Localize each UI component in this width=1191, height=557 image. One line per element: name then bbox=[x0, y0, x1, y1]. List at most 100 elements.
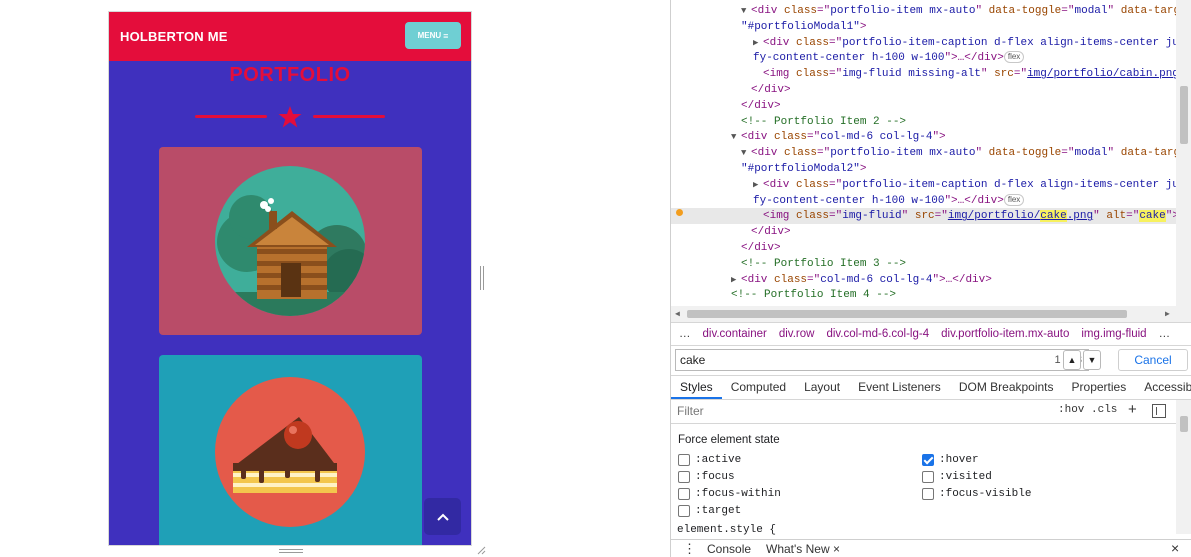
hov-toggle[interactable]: :hov bbox=[1058, 404, 1084, 416]
resize-corner-icon[interactable] bbox=[476, 545, 486, 555]
tab-event-listeners[interactable]: Event Listeners bbox=[849, 376, 950, 399]
scrollbar-thumb[interactable] bbox=[1180, 86, 1188, 144]
dom-token: " bbox=[1093, 210, 1107, 223]
checkbox[interactable] bbox=[922, 471, 934, 483]
scroll-right-icon[interactable]: ▶ bbox=[1165, 309, 1170, 319]
dom-node-selected[interactable]: <img class="img-fluid" src="img/portfoli… bbox=[671, 208, 1176, 225]
expand-right-icon[interactable]: ▶ bbox=[753, 177, 763, 193]
expand-right-icon[interactable]: ▶ bbox=[753, 35, 763, 51]
search-cancel-button[interactable]: Cancel bbox=[1118, 349, 1188, 371]
breadcrumb-item[interactable]: div.col-md-6.col-lg-4 bbox=[826, 328, 929, 340]
force-state-target[interactable]: :target bbox=[678, 505, 741, 517]
element-style-rule[interactable]: element.style { bbox=[677, 524, 776, 536]
dom-token: data-target bbox=[1120, 5, 1176, 17]
tab-computed[interactable]: Computed bbox=[722, 376, 795, 399]
scroll-left-icon[interactable]: ◀ bbox=[675, 309, 680, 319]
force-state-hover[interactable]: :hover bbox=[922, 454, 979, 466]
menu-button-label: MENU bbox=[417, 31, 442, 40]
dom-token: "> bbox=[932, 131, 946, 144]
dom-node-line[interactable]: ▼ <div class="portfolio-item mx-auto" dat… bbox=[671, 145, 1176, 161]
drawer-tab-console[interactable]: Console bbox=[707, 542, 751, 556]
checkbox[interactable] bbox=[922, 488, 934, 500]
flex-badge[interactable]: flex bbox=[1003, 51, 1025, 64]
dom-node-line[interactable]: ▶ <div class="portfolio-item-caption d-fl… bbox=[671, 177, 1176, 193]
tab-styles[interactable]: Styles bbox=[671, 376, 722, 399]
drawer-tab-whats-new[interactable]: What's New × bbox=[766, 542, 840, 556]
dom-token: <!-- Portfolio Item 3 --> bbox=[741, 257, 907, 270]
dom-link[interactable]: img/portfolio/cabin.png bbox=[1027, 68, 1176, 80]
breadcrumb-item[interactable]: div.row bbox=[779, 328, 815, 340]
dom-token: fy-content-center h-100 w-100 bbox=[753, 52, 945, 65]
scrollbar-thumb[interactable] bbox=[687, 310, 1127, 318]
tab-properties[interactable]: Properties bbox=[1063, 376, 1136, 399]
dom-node-line[interactable]: </div> bbox=[671, 224, 791, 240]
styles-vertical-scrollbar[interactable] bbox=[1176, 400, 1191, 534]
dom-node-line[interactable]: fy-content-center h-100 w-100">…</div> fl… bbox=[671, 50, 1025, 66]
dom-node-line[interactable]: ▶ <div class="portfolio-item-caption d-fl… bbox=[671, 35, 1176, 51]
new-style-rule-button[interactable]: + bbox=[1128, 401, 1137, 418]
elements-dom-tree[interactable]: ▼ <div class="portfolio-item mx-auto" dat… bbox=[671, 0, 1176, 306]
toggle-sidebar-icon[interactable] bbox=[1152, 404, 1166, 418]
site-brand[interactable]: HOLBERTON ME bbox=[120, 29, 228, 44]
tab-accessibility[interactable]: Accessibility bbox=[1135, 376, 1191, 399]
dom-node-line[interactable]: <!-- Portfolio Item 3 --> bbox=[671, 256, 906, 272]
checkbox[interactable] bbox=[678, 454, 690, 466]
expand-down-icon[interactable]: ▼ bbox=[741, 145, 751, 161]
dom-node-line[interactable]: </div> bbox=[671, 98, 781, 114]
breadcrumb-more-icon[interactable]: … bbox=[679, 328, 691, 340]
styles-filter-input[interactable]: Filter bbox=[677, 404, 704, 418]
force-state-focus-visible[interactable]: :focus-visible bbox=[922, 488, 1031, 500]
dom-node-line[interactable]: </div> bbox=[671, 240, 781, 256]
force-state-label: :focus-visible bbox=[939, 488, 1032, 500]
dom-node-line[interactable]: "#portfolioModal2"> bbox=[671, 161, 866, 177]
force-state-focus[interactable]: :focus bbox=[678, 471, 735, 483]
drawer-tab-label: What's New bbox=[766, 542, 830, 556]
checkbox[interactable] bbox=[922, 454, 934, 466]
tab-dom-breakpoints[interactable]: DOM Breakpoints bbox=[950, 376, 1063, 399]
dom-link[interactable]: .png bbox=[1067, 210, 1093, 222]
dom-node-line[interactable]: </div> bbox=[671, 82, 791, 98]
search-prev-button[interactable]: ▲ bbox=[1063, 350, 1081, 370]
portfolio-item-cabin[interactable] bbox=[159, 147, 422, 335]
dom-node-line[interactable]: ▶ <div class="col-md-6 col-lg-4">…</div> bbox=[671, 272, 992, 288]
close-drawer-icon[interactable]: × bbox=[1171, 540, 1179, 556]
dom-link[interactable]: img/portfolio/ bbox=[948, 210, 1040, 222]
dom-node-line[interactable]: <!-- Portfolio Item 4 --> bbox=[671, 287, 896, 303]
dom-node-line[interactable]: fy-content-center h-100 w-100">…</div> fl… bbox=[671, 193, 1025, 209]
dom-token: class bbox=[796, 36, 830, 49]
expand-down-icon[interactable]: ▼ bbox=[741, 3, 751, 19]
flex-badge[interactable]: flex bbox=[1003, 193, 1025, 206]
device-resize-handle-right[interactable] bbox=[480, 266, 484, 290]
dom-node-line[interactable]: ▼ <div class="portfolio-item mx-auto" dat… bbox=[671, 3, 1176, 19]
expand-down-icon[interactable]: ▼ bbox=[731, 129, 741, 145]
dom-vertical-scrollbar[interactable] bbox=[1176, 0, 1191, 322]
dom-horizontal-scrollbar[interactable]: ◀ ▶ bbox=[671, 306, 1176, 322]
menu-button[interactable]: MENU ≡ bbox=[405, 22, 461, 49]
close-icon[interactable]: × bbox=[833, 542, 840, 556]
search-next-button[interactable]: ▼ bbox=[1083, 350, 1101, 370]
dom-node-line[interactable]: ▼ <div class="col-md-6 col-lg-4"> bbox=[671, 129, 946, 145]
more-tools-icon[interactable]: ⋮ bbox=[683, 540, 696, 557]
tab-layout[interactable]: Layout bbox=[795, 376, 849, 399]
scroll-to-top-button[interactable] bbox=[424, 498, 461, 535]
dom-node-line[interactable]: "#portfolioModal1"> bbox=[671, 19, 866, 35]
expand-right-icon[interactable]: ▶ bbox=[731, 272, 741, 288]
checkbox[interactable] bbox=[678, 488, 690, 500]
device-viewport[interactable]: HOLBERTON ME MENU ≡ PORTFOLIO bbox=[109, 12, 471, 545]
device-resize-handle-bottom[interactable] bbox=[279, 549, 303, 553]
cls-toggle[interactable]: .cls bbox=[1091, 404, 1117, 416]
breadcrumb-item[interactable]: div.portfolio-item.mx-auto bbox=[941, 328, 1069, 340]
breadcrumb-item[interactable]: img.img-fluid bbox=[1081, 328, 1146, 340]
checkbox[interactable] bbox=[678, 505, 690, 517]
checkbox[interactable] bbox=[678, 471, 690, 483]
dom-search-input[interactable]: cake 1 of 3 bbox=[675, 349, 1089, 371]
force-state-visited[interactable]: :visited bbox=[922, 471, 992, 483]
scrollbar-thumb[interactable] bbox=[1180, 416, 1188, 432]
dom-node-line[interactable]: <img class="img-fluid missing-alt" src="… bbox=[671, 66, 1176, 82]
breadcrumb-item[interactable]: div.container bbox=[703, 328, 767, 340]
dom-node-line[interactable]: <!-- Portfolio Item 2 --> bbox=[671, 114, 906, 130]
portfolio-item-cake[interactable] bbox=[159, 355, 422, 545]
force-state-focus-within[interactable]: :focus-within bbox=[678, 488, 781, 500]
breadcrumb-more-icon[interactable]: … bbox=[1159, 328, 1171, 340]
force-state-active[interactable]: :active bbox=[678, 454, 741, 466]
